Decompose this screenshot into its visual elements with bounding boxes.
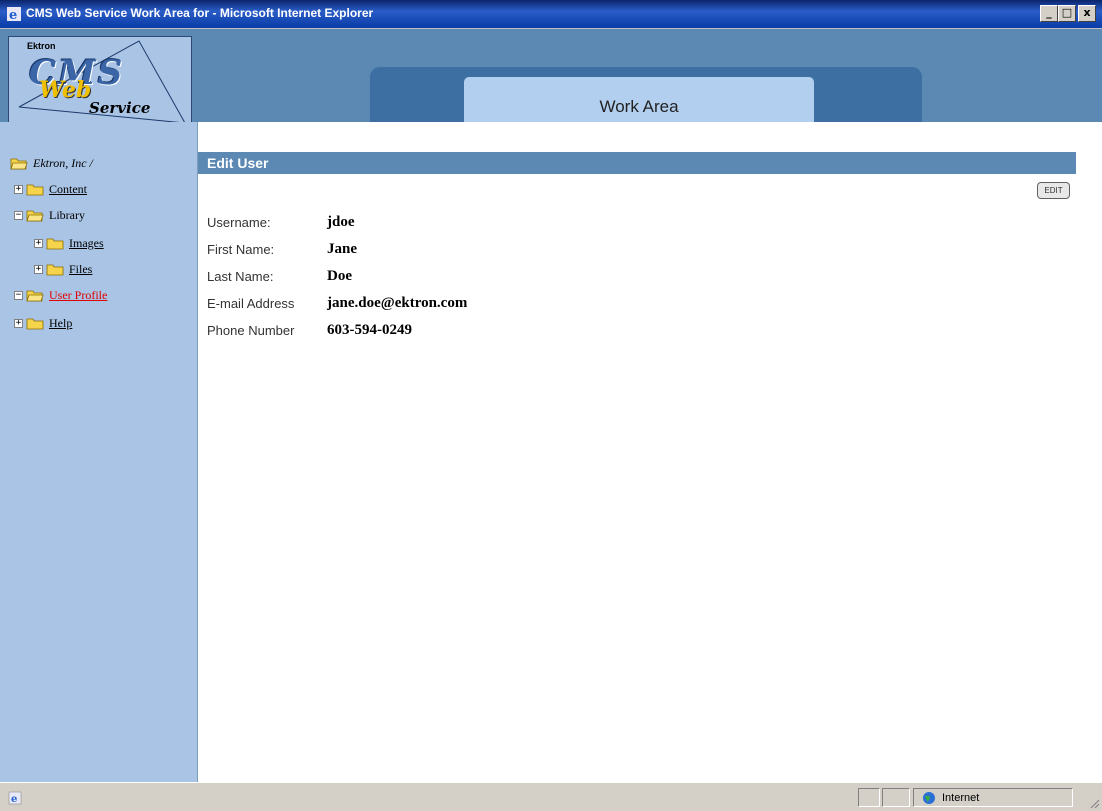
tree-item-help[interactable]: + Help <box>14 314 72 332</box>
tree-item-label: Content <box>49 181 87 196</box>
field-value: Jane <box>327 240 357 257</box>
resize-grip-icon[interactable] <box>1088 797 1100 809</box>
svg-text:e: e <box>9 8 17 22</box>
folder-icon <box>26 184 44 195</box>
tree-root[interactable]: Ektron, Inc / <box>10 154 93 172</box>
collapse-icon[interactable]: − <box>14 210 23 220</box>
logo-service: Service <box>89 99 151 117</box>
expand-icon[interactable]: + <box>34 238 43 248</box>
minimize-button[interactable]: _ <box>1040 5 1058 22</box>
field-value: jane.doe@ektron.com <box>327 294 468 311</box>
globe-icon <box>923 791 935 804</box>
security-zone: Internet <box>913 788 1073 807</box>
field-label: E-mail Address <box>207 295 295 311</box>
expand-icon[interactable]: + <box>34 264 43 274</box>
maximize-button[interactable]: □ <box>1058 5 1076 22</box>
field-label: Phone Number <box>207 322 295 338</box>
status-pane <box>858 788 880 807</box>
app-header: Ektron CMS Web Service Work Area <box>0 29 1102 143</box>
status-pane <box>882 788 910 807</box>
tree-item-images[interactable]: + Images <box>34 234 104 252</box>
field-value: jdoe <box>327 213 355 230</box>
tree-item-library[interactable]: − Library <box>14 206 85 224</box>
tree-item-files[interactable]: + Files <box>34 260 92 278</box>
field-label: Last Name: <box>207 268 274 284</box>
tree-item-label: Images <box>69 235 104 250</box>
tree-item-label: User Profile <box>49 287 108 302</box>
field-last-name: Last Name: Doe <box>207 264 352 288</box>
folder-icon <box>46 238 64 249</box>
page-icon: e <box>8 791 22 805</box>
status-bar: e Internet <box>0 782 1102 811</box>
field-email: E-mail Address jane.doe@ektron.com <box>207 291 467 315</box>
folder-icon <box>46 264 64 275</box>
collapse-icon[interactable]: − <box>14 290 23 300</box>
tree-item-user-profile[interactable]: − User Profile <box>14 286 107 304</box>
folder-icon <box>26 318 44 329</box>
close-button[interactable]: x <box>1078 5 1096 22</box>
field-value: 603-594-0249 <box>327 321 412 338</box>
field-value: Doe <box>327 267 352 284</box>
expand-icon[interactable]: + <box>14 184 23 194</box>
cms-logo: Ektron CMS Web Service <box>8 36 192 124</box>
expand-icon[interactable]: + <box>14 318 23 328</box>
window-title-bar[interactable]: e CMS Web Service Work Area for - Micros… <box>0 0 1102 29</box>
main-content: Edit User EDIT Username: jdoe First Name… <box>198 122 1102 782</box>
open-folder-icon <box>26 210 44 221</box>
field-username: Username: jdoe <box>207 210 355 234</box>
field-label: First Name: <box>207 241 275 257</box>
window-title: CMS Web Service Work Area for - Microsof… <box>26 6 374 20</box>
svg-text:e: e <box>11 794 17 805</box>
open-folder-icon <box>10 158 28 169</box>
field-phone: Phone Number 603-594-0249 <box>207 318 412 342</box>
logo-company: Ektron <box>27 41 56 51</box>
internet-explorer-icon: e <box>7 7 21 22</box>
open-folder-icon <box>26 290 44 301</box>
folder-tree: Ektron, Inc / + Content − Library + Imag… <box>0 122 198 782</box>
section-title: Edit User <box>198 152 1076 174</box>
tree-item-label: Files <box>69 261 93 276</box>
edit-button[interactable]: EDIT <box>1037 182 1070 199</box>
zone-label: Internet <box>942 791 980 804</box>
logo-web: Web <box>39 77 92 103</box>
field-label: Username: <box>207 214 271 230</box>
tree-item-label: Library <box>49 207 85 222</box>
tree-root-label: Ektron, Inc / <box>33 155 93 170</box>
tree-item-content[interactable]: + Content <box>14 180 87 198</box>
tree-item-label: Help <box>49 315 73 330</box>
field-first-name: First Name: Jane <box>207 237 357 261</box>
